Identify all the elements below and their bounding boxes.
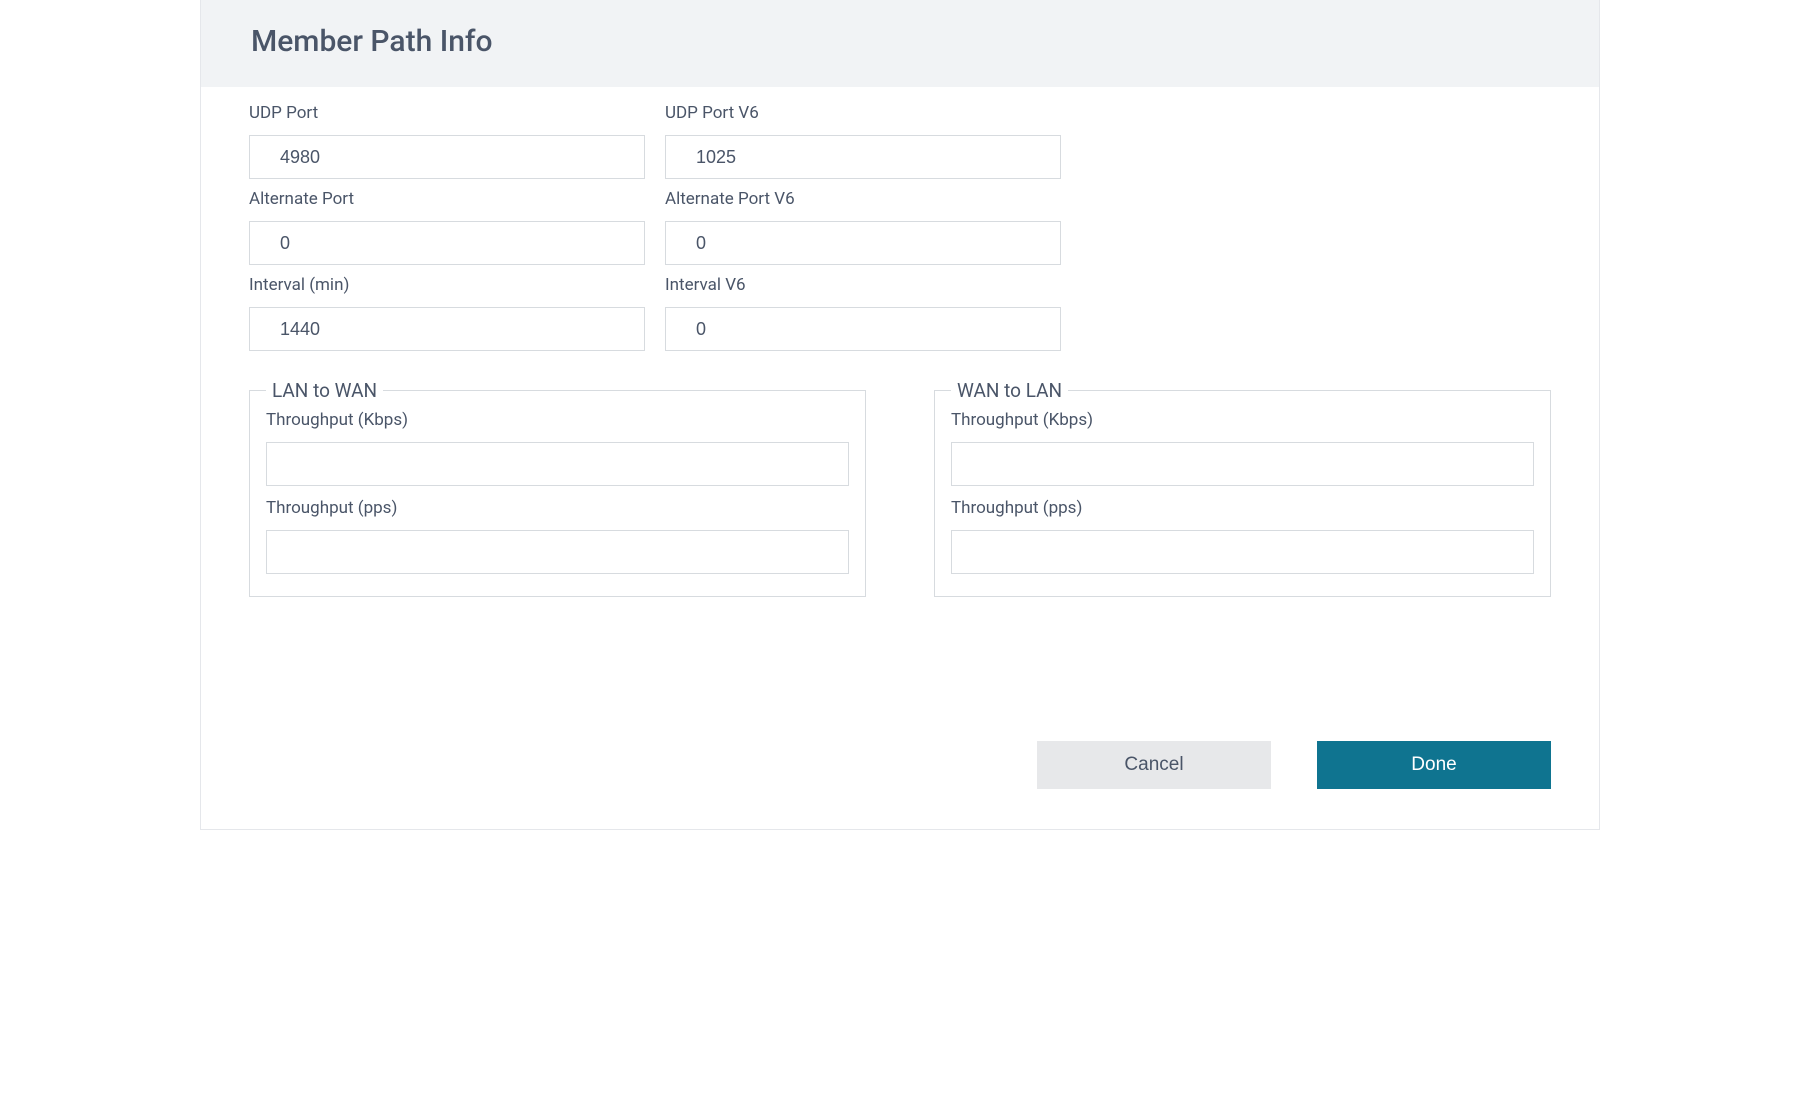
interval-v6-input[interactable] — [665, 307, 1061, 351]
lan-to-wan-pps-label: Throughput (pps) — [266, 498, 849, 518]
wan-to-lan-legend: WAN to LAN — [951, 379, 1068, 402]
lan-to-wan-pps-input[interactable] — [266, 530, 849, 574]
wan-to-lan-pps-input[interactable] — [951, 530, 1534, 574]
interval-v6-label: Interval V6 — [665, 275, 1061, 295]
udp-port-v6-field: UDP Port V6 — [665, 103, 1061, 179]
alternate-port-input[interactable] — [249, 221, 645, 265]
alternate-port-field: Alternate Port — [249, 189, 645, 265]
udp-port-input[interactable] — [249, 135, 645, 179]
lan-to-wan-kbps-label: Throughput (Kbps) — [266, 410, 849, 430]
alternate-port-v6-input[interactable] — [665, 221, 1061, 265]
interval-label: Interval (min) — [249, 275, 645, 295]
dialog-footer: Cancel Done — [201, 741, 1599, 829]
interval-input[interactable] — [249, 307, 645, 351]
dialog-title: Member Path Info — [251, 24, 1549, 59]
wan-to-lan-kbps-field: Throughput (Kbps) — [951, 410, 1534, 486]
lan-to-wan-fieldset: LAN to WAN Throughput (Kbps) Throughput … — [249, 379, 866, 597]
throughput-fieldsets: LAN to WAN Throughput (Kbps) Throughput … — [249, 379, 1551, 597]
member-path-info-dialog: Member Path Info UDP Port UDP Port V6 Al… — [200, 0, 1600, 830]
interval-v6-field: Interval V6 — [665, 275, 1061, 351]
udp-port-v6-label: UDP Port V6 — [665, 103, 1061, 123]
lan-to-wan-kbps-input[interactable] — [266, 442, 849, 486]
lan-to-wan-legend: LAN to WAN — [266, 379, 383, 402]
alternate-port-v6-label: Alternate Port V6 — [665, 189, 1061, 209]
cancel-button[interactable]: Cancel — [1037, 741, 1271, 789]
alternate-port-v6-field: Alternate Port V6 — [665, 189, 1061, 265]
lan-to-wan-pps-field: Throughput (pps) — [266, 498, 849, 574]
udp-port-v6-input[interactable] — [665, 135, 1061, 179]
alternate-port-label: Alternate Port — [249, 189, 645, 209]
wan-to-lan-pps-field: Throughput (pps) — [951, 498, 1534, 574]
field-grid: UDP Port UDP Port V6 Alternate Port Alte… — [249, 103, 1551, 361]
wan-to-lan-kbps-input[interactable] — [951, 442, 1534, 486]
interval-field: Interval (min) — [249, 275, 645, 351]
lan-to-wan-kbps-field: Throughput (Kbps) — [266, 410, 849, 486]
dialog-header: Member Path Info — [201, 0, 1599, 87]
done-button[interactable]: Done — [1317, 741, 1551, 789]
dialog-body: UDP Port UDP Port V6 Alternate Port Alte… — [201, 87, 1599, 637]
wan-to-lan-kbps-label: Throughput (Kbps) — [951, 410, 1534, 430]
wan-to-lan-fieldset: WAN to LAN Throughput (Kbps) Throughput … — [934, 379, 1551, 597]
wan-to-lan-pps-label: Throughput (pps) — [951, 498, 1534, 518]
udp-port-label: UDP Port — [249, 103, 645, 123]
udp-port-field: UDP Port — [249, 103, 645, 179]
